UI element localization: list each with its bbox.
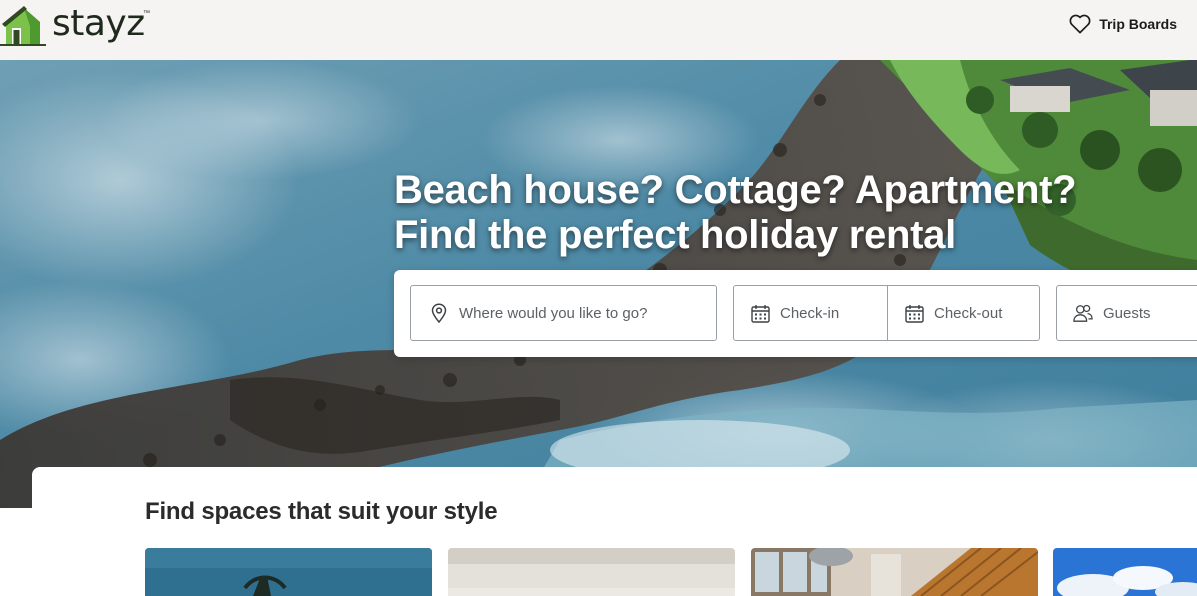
tile-timber-interior[interactable] xyxy=(751,548,1038,596)
search-panel: Check-in Check-out Guests xyxy=(394,270,1197,357)
guests-label: Guests xyxy=(1103,304,1151,322)
checkout-label: Check-out xyxy=(934,304,1003,322)
headline-line-1: Beach house? Cottage? Apartment? xyxy=(394,168,1077,212)
trip-boards-label: Trip Boards xyxy=(1099,16,1177,32)
brand-name: stayz xyxy=(52,3,145,44)
checkin-field[interactable]: Check-in xyxy=(733,285,888,341)
heart-icon xyxy=(1069,14,1091,34)
section-title: Find spaces that suit your style xyxy=(145,498,498,525)
trip-boards-link[interactable]: Trip Boards xyxy=(1069,12,1177,36)
headline-line-2: Find the perfect holiday rental xyxy=(394,213,956,257)
tile-beach-palm[interactable] xyxy=(145,548,432,596)
trademark: ™ xyxy=(143,10,150,17)
site-header: stayz ™ Trip Boards xyxy=(0,0,1197,60)
people-icon xyxy=(1073,303,1093,323)
tile-interior-light[interactable] xyxy=(448,548,735,596)
destination-field[interactable] xyxy=(410,285,717,341)
tile-blue-sky[interactable] xyxy=(1053,548,1197,596)
checkout-field[interactable]: Check-out xyxy=(887,285,1040,341)
calendar-icon xyxy=(750,303,770,323)
calendar-icon xyxy=(904,303,924,323)
styles-section: Find spaces that suit your style xyxy=(32,467,1197,596)
destination-input[interactable] xyxy=(459,304,699,322)
map-pin-icon xyxy=(429,303,449,323)
hero-headline: Beach house? Cottage? Apartment? Find th… xyxy=(394,168,1077,258)
guests-field[interactable]: Guests xyxy=(1056,285,1197,341)
checkin-label: Check-in xyxy=(780,304,840,322)
house-logo-icon xyxy=(0,6,46,46)
stayz-logo[interactable]: stayz ™ xyxy=(0,2,160,46)
